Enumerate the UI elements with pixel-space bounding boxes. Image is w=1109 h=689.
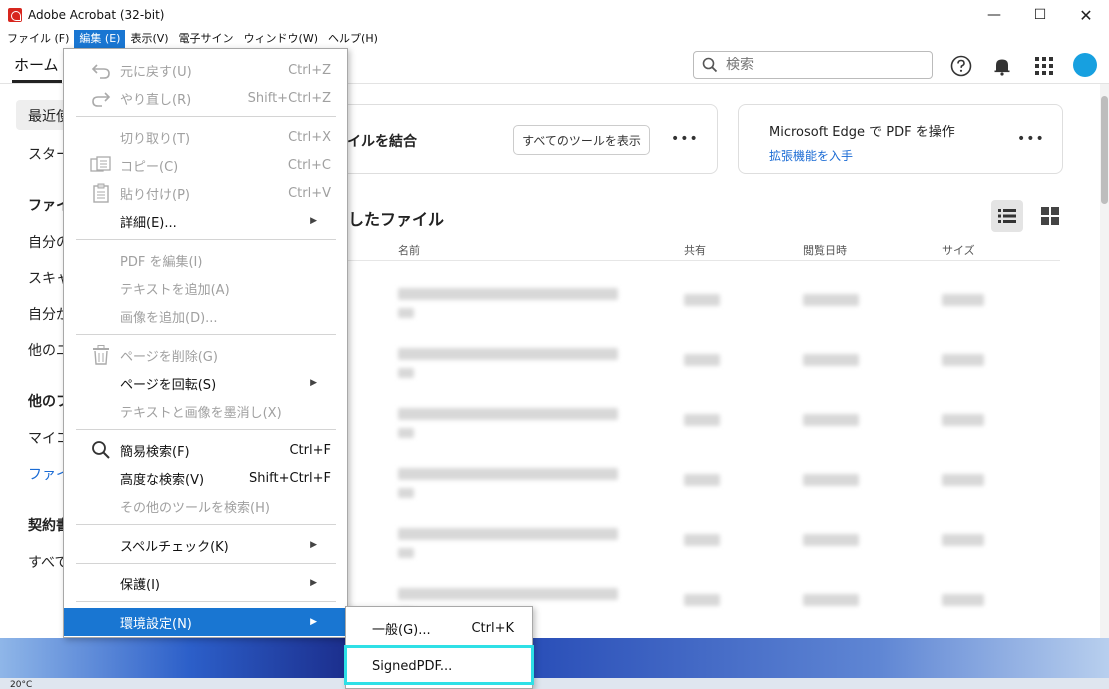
desktop-background: [0, 638, 345, 678]
menu-item-advanced-search[interactable]: 高度な検索(V) Shift+Ctrl+F: [64, 464, 347, 492]
submenu-arrow-icon: ▶: [310, 378, 317, 388]
menu-help[interactable]: ヘルプ(H): [323, 30, 383, 48]
column-name[interactable]: 名前: [398, 242, 420, 258]
menu-item-preferences[interactable]: 環境設定(N) ▶: [64, 608, 347, 636]
table-row[interactable]: [348, 396, 1060, 452]
main-content: イルを結合 すべてのツールを表示 ••• Microsoft Edge で PD…: [328, 84, 1078, 689]
menu-item-edit-pdf[interactable]: PDF を編集(I): [64, 246, 347, 274]
column-shared[interactable]: 共有: [684, 242, 706, 258]
table-row[interactable]: [348, 336, 1060, 392]
redo-icon: [90, 88, 112, 108]
submenu-item-general[interactable]: 一般(G)... Ctrl+K: [346, 611, 532, 645]
title-bar: Adobe Acrobat (32-bit) — ☐ ✕: [0, 0, 1109, 30]
menu-window[interactable]: ウィンドウ(W): [239, 30, 323, 48]
submenu-arrow-icon: ▶: [310, 617, 317, 627]
column-size[interactable]: サイズ: [942, 242, 975, 258]
get-extension-link[interactable]: 拡張機能を入手: [769, 147, 853, 164]
menu-separator: [76, 429, 336, 430]
card-combine-title: イルを結合: [347, 134, 417, 150]
submenu-arrow-icon: ▶: [310, 216, 317, 226]
menu-separator: [76, 334, 336, 335]
submenu-arrow-icon: ▶: [310, 578, 317, 588]
menu-item-undo[interactable]: 元に戻す(U) Ctrl+Z: [64, 56, 347, 84]
menu-file[interactable]: ファイル (F): [2, 30, 74, 48]
menu-item-protection[interactable]: 保護(I) ▶: [64, 569, 347, 597]
menu-edit[interactable]: 編集 (E): [74, 30, 126, 48]
menu-item-redo[interactable]: やり直し(R) Shift+Ctrl+Z: [64, 84, 347, 112]
menu-separator: [76, 563, 336, 564]
menu-item-search-tools[interactable]: その他のツールを検索(H): [64, 492, 347, 520]
submenu-arrow-icon: ▶: [310, 540, 317, 550]
search-icon: [702, 57, 718, 73]
menu-item-add-text[interactable]: テキストを追加(A): [64, 274, 347, 302]
tab-home[interactable]: ホーム: [14, 54, 59, 75]
table-row[interactable]: [348, 276, 1060, 332]
menu-item-rotate-pages[interactable]: ページを回転(S) ▶: [64, 369, 347, 397]
copy-icon: [90, 155, 112, 175]
weather-widget[interactable]: 20°C: [10, 680, 32, 689]
acrobat-logo-icon: [8, 8, 22, 22]
table-header-divider: [348, 260, 1060, 261]
combine-files-card: イルを結合 すべてのツールを表示 •••: [328, 104, 718, 174]
menu-view[interactable]: 表示(V): [125, 30, 173, 48]
preferences-submenu: 一般(G)... Ctrl+K SignedPDF...: [344, 606, 534, 689]
menu-item-add-image[interactable]: 画像を追加(D)...: [64, 302, 347, 330]
menu-separator: [76, 601, 336, 602]
menu-esign[interactable]: 電子サイン: [174, 30, 239, 48]
paste-icon: [90, 183, 112, 203]
search-box[interactable]: [693, 51, 933, 79]
menu-item-redact[interactable]: テキストと画像を墨消し(X): [64, 397, 347, 425]
menu-bar: ファイル (F) 編集 (E) 表示(V) 電子サイン ウィンドウ(W) ヘルプ…: [0, 30, 1109, 48]
taskbar: [0, 678, 1109, 689]
show-all-tools-button[interactable]: すべてのツールを表示: [513, 125, 650, 155]
menu-item-delete-pages[interactable]: ページを削除(G): [64, 341, 347, 369]
close-button[interactable]: ✕: [1063, 0, 1109, 30]
table-row[interactable]: [348, 456, 1060, 512]
window-title: Adobe Acrobat (32-bit): [28, 8, 165, 22]
scrollbar-thumb[interactable]: [1101, 96, 1108, 204]
help-icon[interactable]: [949, 54, 973, 78]
table-row[interactable]: [348, 516, 1060, 572]
menu-separator: [76, 116, 336, 117]
grid-view-icon[interactable]: [1034, 200, 1066, 232]
undo-icon: [90, 60, 112, 80]
tab-home-indicator: [12, 80, 62, 83]
search-icon: [90, 440, 112, 460]
menu-separator: [76, 524, 336, 525]
maximize-button[interactable]: ☐: [1017, 0, 1063, 30]
avatar[interactable]: [1073, 53, 1097, 77]
card-edge-title: Microsoft Edge で PDF を操作: [769, 125, 955, 140]
menu-item-copy[interactable]: コピー(C) Ctrl+C: [64, 151, 347, 179]
desktop-background: [533, 638, 1109, 678]
menu-item-spellcheck[interactable]: スペルチェック(K) ▶: [64, 531, 347, 559]
edge-extension-card: Microsoft Edge で PDF を操作 拡張機能を入手 •••: [738, 104, 1063, 174]
recent-files-title: したファイル: [348, 210, 445, 229]
apps-grid-icon[interactable]: [1032, 54, 1056, 78]
menu-item-find[interactable]: 簡易検索(F) Ctrl+F: [64, 436, 347, 464]
edit-menu-dropdown: 元に戻す(U) Ctrl+Z やり直し(R) Shift+Ctrl+Z 切り取り…: [63, 48, 348, 638]
card2-more-button[interactable]: •••: [1017, 131, 1045, 147]
trash-icon: [90, 345, 112, 365]
menu-item-paste[interactable]: 貼り付け(P) Ctrl+V: [64, 179, 347, 207]
menu-separator: [76, 239, 336, 240]
signedpdf-highlight-box: [344, 645, 534, 685]
minimize-button[interactable]: —: [971, 0, 1017, 30]
column-opened[interactable]: 閲覧日時: [803, 242, 847, 258]
menu-item-more[interactable]: 詳細(E)... ▶: [64, 207, 347, 235]
search-input[interactable]: [726, 57, 916, 73]
bell-icon[interactable]: [990, 54, 1014, 78]
menu-item-cut[interactable]: 切り取り(T) Ctrl+X: [64, 123, 347, 151]
left-navigation: 最近使 スター ファイル 自分の スキャ 自分が 他のユ 他のフ マイコ ファイ…: [0, 84, 84, 689]
card1-more-button[interactable]: •••: [671, 131, 699, 147]
list-view-icon[interactable]: [991, 200, 1023, 232]
